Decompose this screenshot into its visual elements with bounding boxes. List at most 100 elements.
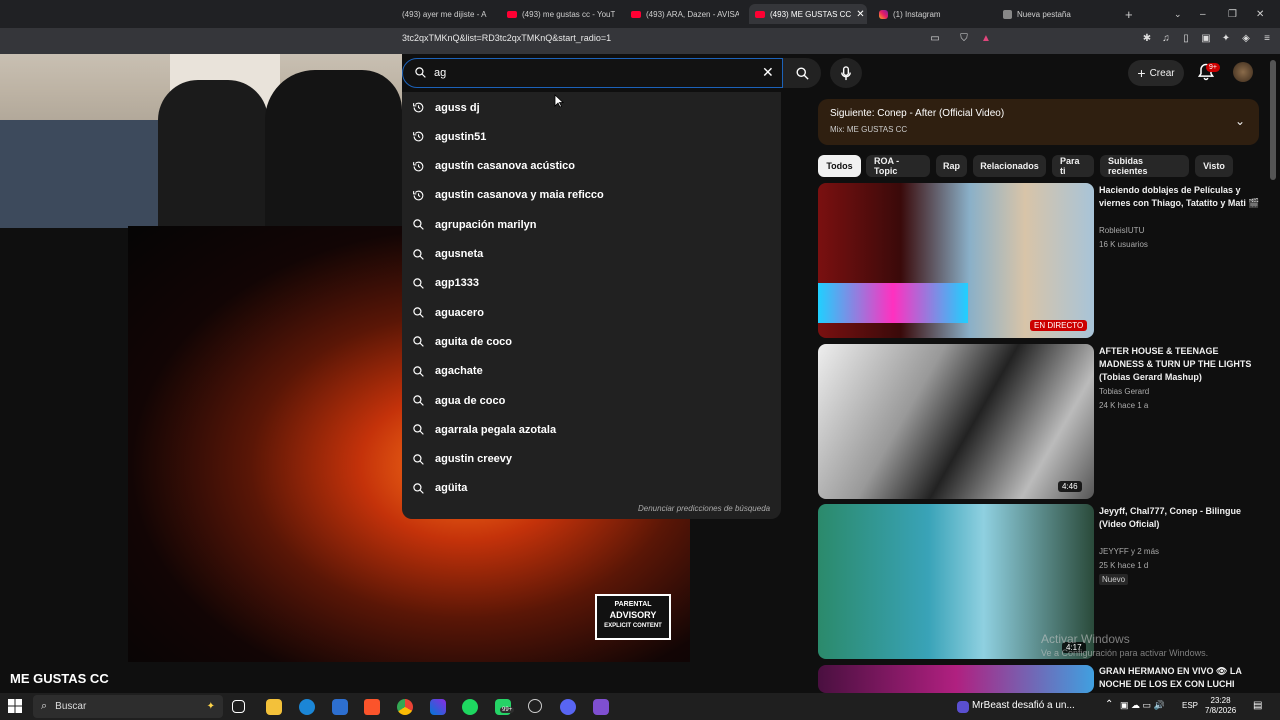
discord-icon[interactable] bbox=[593, 699, 609, 715]
taskbar-news[interactable]: MrBeast desafió a un... bbox=[972, 700, 1075, 711]
chip-recent-uploads[interactable]: Subidas recientes bbox=[1100, 155, 1189, 177]
video-title[interactable]: GRAN HERMANO EN VIVO 👁 LA NOCHE DE LOS E… bbox=[1099, 665, 1261, 691]
extensions-icon[interactable]: ✱ bbox=[1141, 33, 1153, 45]
video-thumbnail[interactable] bbox=[818, 665, 1094, 693]
search-suggestion[interactable]: agusneta bbox=[412, 240, 772, 269]
chip-watched[interactable]: Visto bbox=[1195, 155, 1233, 177]
search-icon bbox=[413, 336, 424, 348]
search-input[interactable] bbox=[434, 65, 754, 81]
language-indicator[interactable]: ESP bbox=[1182, 701, 1198, 710]
search-suggestion[interactable]: agustin creevy bbox=[412, 445, 772, 474]
vpn-icon[interactable]: ◈ bbox=[1240, 33, 1252, 45]
close-window-icon[interactable]: ✕ bbox=[1256, 4, 1264, 24]
chrome-icon[interactable] bbox=[397, 699, 413, 715]
windows-start-icon[interactable] bbox=[8, 699, 22, 713]
video-title: ME GUSTAS CC bbox=[10, 671, 109, 686]
close-tab-icon[interactable]: ✕ bbox=[856, 9, 864, 20]
tab-3[interactable]: (493) ARA, Dazen - AVISA bbox=[631, 4, 739, 24]
tab-5[interactable]: (1) Instagram bbox=[879, 4, 979, 24]
tab-2[interactable]: (493) me gustas cc - YouT bbox=[507, 4, 615, 24]
video-meta: 25 K hace 1 d bbox=[1099, 561, 1149, 570]
chip-for-you[interactable]: Para ti bbox=[1052, 155, 1094, 177]
brave-rewards-icon[interactable]: ▲ bbox=[980, 33, 992, 45]
whatsapp-badge: 99+ bbox=[500, 707, 515, 713]
account-avatar[interactable] bbox=[1233, 62, 1253, 82]
new-tab-button[interactable]: + bbox=[1125, 4, 1133, 24]
chip-all[interactable]: Todos bbox=[818, 155, 861, 177]
report-predictions-link[interactable]: Denunciar predicciones de búsqueda bbox=[638, 504, 770, 513]
search-suggestion[interactable]: aguita de coco bbox=[412, 327, 772, 356]
voice-search-button[interactable] bbox=[830, 58, 862, 88]
video-thumbnail[interactable] bbox=[818, 344, 1094, 499]
chip-related[interactable]: Relacionados bbox=[973, 155, 1046, 177]
clear-search-icon[interactable]: ✕ bbox=[762, 64, 774, 81]
maximize-icon[interactable]: ❐ bbox=[1228, 4, 1237, 24]
sidebar-icon[interactable]: ▯ bbox=[1180, 33, 1192, 45]
media-icon[interactable]: ♫ bbox=[1160, 33, 1172, 45]
spotify-icon[interactable] bbox=[462, 699, 478, 715]
channel-name[interactable]: RobleisIUTU bbox=[1099, 226, 1144, 235]
activate-windows-watermark: Activar Windows bbox=[1041, 632, 1130, 646]
tab-label: (493) ARA, Dazen - AVISA bbox=[646, 9, 739, 19]
search-suggestion[interactable]: agarrala pegala azotala bbox=[412, 415, 772, 444]
copilot-icon[interactable] bbox=[430, 699, 446, 715]
brave-icon[interactable] bbox=[364, 699, 380, 715]
tab-list-icon[interactable]: ⌄ bbox=[1174, 4, 1182, 24]
chatgpt-icon[interactable] bbox=[528, 699, 542, 713]
menu-icon[interactable]: ≡ bbox=[1261, 33, 1273, 45]
search-suggestion[interactable]: agua de coco bbox=[412, 386, 772, 415]
audio-waveform bbox=[818, 283, 968, 323]
up-next-panel[interactable] bbox=[818, 99, 1259, 145]
url-text[interactable]: 3tc2qxTMKnQ&list=RD3tc2qxTMKnQ&start_rad… bbox=[402, 33, 611, 43]
chevron-up-icon[interactable]: ⌃ bbox=[1105, 699, 1113, 710]
video-title[interactable]: Jeyyff, Chal777, Conep - Bilingue (Video… bbox=[1099, 505, 1261, 531]
tab-6[interactable]: Nueva pestaña bbox=[1003, 4, 1113, 24]
brave-shield-icon[interactable]: ⛉ bbox=[958, 33, 970, 45]
search-suggestion[interactable]: agp1333 bbox=[412, 269, 772, 298]
minimize-icon[interactable]: – bbox=[1200, 4, 1206, 24]
store-icon[interactable] bbox=[332, 699, 348, 715]
search-suggestion[interactable]: agustin casanova y maia reficco bbox=[412, 181, 772, 210]
scrollbar[interactable] bbox=[1270, 60, 1276, 180]
create-button[interactable]: + Crear bbox=[1128, 60, 1184, 86]
cast-icon[interactable]: ▭ bbox=[929, 33, 941, 45]
file-explorer-icon[interactable] bbox=[266, 699, 282, 715]
search-suggestion[interactable]: aguacero bbox=[412, 298, 772, 327]
tab-1[interactable]: (493) ayer me dijiste - A bbox=[402, 4, 494, 24]
search-button[interactable] bbox=[783, 58, 821, 88]
taskbar-search[interactable]: ⌕ Buscar ✦ bbox=[33, 695, 223, 718]
search-icon bbox=[413, 453, 424, 465]
video-title[interactable]: AFTER HOUSE & TEENAGE MADNESS & TURN UP … bbox=[1099, 345, 1261, 384]
channel-name[interactable]: Tobias Gerard bbox=[1099, 387, 1149, 396]
tab-label: (1) Instagram bbox=[893, 9, 941, 19]
search-suggestion[interactable]: agüita bbox=[412, 474, 772, 503]
video-title[interactable]: Haciendo doblajes de Películas y viernes… bbox=[1099, 184, 1261, 210]
clock-date: 7/8/2026 bbox=[1205, 706, 1237, 715]
chip-roa-topic[interactable]: ROA - Topic bbox=[866, 155, 930, 177]
search-suggestion[interactable]: aguss dj bbox=[412, 93, 772, 122]
search-icon bbox=[413, 365, 424, 377]
search-suggestion[interactable]: agachate bbox=[412, 357, 772, 386]
tab-4-active[interactable]: (493) ME GUSTAS CC ✕ bbox=[749, 4, 867, 24]
notifications-center-icon[interactable]: ▤ bbox=[1253, 700, 1262, 711]
chip-rap[interactable]: Rap bbox=[936, 155, 967, 177]
channel-name[interactable]: JEYYFF y 2 más bbox=[1099, 547, 1159, 556]
clock[interactable]: 23:28 7/8/2026 bbox=[1205, 696, 1236, 716]
advisory-line3: EXPLICIT CONTENT bbox=[604, 623, 662, 629]
search-suggestion[interactable]: agustin51 bbox=[412, 122, 772, 151]
tab-label: (493) ME GUSTAS CC bbox=[770, 9, 852, 19]
leo-icon[interactable]: ✦ bbox=[1220, 33, 1232, 45]
tab-label: (493) ayer me dijiste - A bbox=[402, 9, 487, 19]
parental-advisory-label: PARENTAL ADVISORY EXPLICIT CONTENT bbox=[595, 594, 671, 640]
search-icon bbox=[413, 219, 424, 230]
search-suggestion[interactable]: agrupación marilyn bbox=[412, 210, 772, 239]
tray-icons[interactable]: ▣ ☁ ▭ 🔊 bbox=[1120, 700, 1165, 711]
clock-time: 23:28 bbox=[1210, 696, 1231, 705]
task-view-icon[interactable] bbox=[232, 700, 245, 713]
chevron-down-icon[interactable]: ⌄ bbox=[1235, 114, 1245, 128]
edge-icon[interactable] bbox=[299, 699, 315, 715]
search-suggestion[interactable]: agustín casanova acústico bbox=[412, 152, 772, 181]
wallet-icon[interactable]: ▣ bbox=[1200, 33, 1212, 45]
video-thumbnail[interactable] bbox=[818, 183, 1094, 338]
obs-icon[interactable] bbox=[560, 699, 576, 715]
